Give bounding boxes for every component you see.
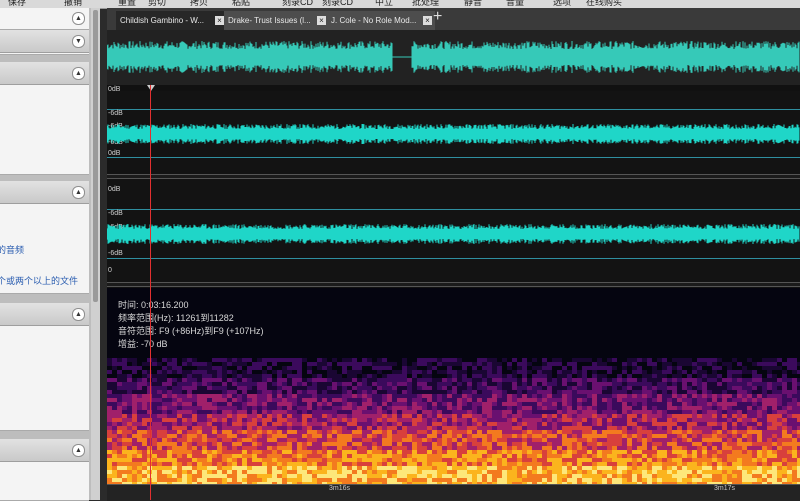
toolbar-burn-cd-2[interactable]: 刻录CD <box>322 0 353 8</box>
sidebar-panel-3: ▲ <box>0 62 89 175</box>
close-icon[interactable]: × <box>215 16 224 25</box>
sidebar-link-files[interactable]: 个或两个以上的文件 <box>0 274 78 287</box>
right-channel-waveform[interactable] <box>106 209 800 259</box>
collapse-panel-1-button[interactable]: ▲ <box>72 12 85 25</box>
panel-2-header[interactable]: ▼ <box>0 30 89 53</box>
tab-childish-gambino[interactable]: Childish Gambino - W... × <box>116 11 227 30</box>
file-tabs: Childish Gambino - W... × Drake- Trust I… <box>107 8 800 30</box>
chevron-down-icon[interactable]: ▼ <box>72 35 85 48</box>
panel-4-header[interactable]: ▲ <box>0 181 89 204</box>
panel-6-header[interactable]: ▲ <box>0 439 89 462</box>
channel-1-wave <box>106 124 800 144</box>
toolbar-save[interactable]: 保存 <box>8 0 26 8</box>
spectrogram-divider[interactable] <box>107 282 800 287</box>
sidebar-panel-2: ▼ <box>0 30 89 55</box>
db-label: 0dB <box>108 186 121 193</box>
info-time: 时间: 0:03:16.200 <box>118 300 189 310</box>
chevron-up-icon[interactable]: ▲ <box>72 444 85 457</box>
sidebar-link-audio[interactable]: 的音频 <box>0 243 24 256</box>
tab-j-cole[interactable]: J. Cole - No Role Mod... × <box>327 11 435 30</box>
sidebar-panel-6: ▲ <box>0 439 89 501</box>
panel-3-header[interactable]: ▲ <box>0 62 89 85</box>
tab-label: Childish Gambino - W... <box>120 16 205 25</box>
sidebar-scroll-thumb[interactable] <box>93 10 98 302</box>
toolbar-cut[interactable]: 剪切 <box>148 0 166 8</box>
info-pitch: 音符范围: F9 (+86Hz)到F9 (+107Hz) <box>118 326 264 336</box>
channel-divider[interactable] <box>107 174 800 179</box>
sidebar-panel-5: ▲ <box>0 303 89 431</box>
toolbar-batch[interactable]: 批处理 <box>412 0 439 8</box>
time-ruler[interactable] <box>107 85 800 91</box>
playback-cursor[interactable] <box>150 85 151 500</box>
toolbar-neutral[interactable]: 中立 <box>375 0 393 8</box>
left-channel-waveform[interactable] <box>106 109 800 159</box>
tab-drake[interactable]: Drake- Trust Issues (l... × <box>224 11 329 30</box>
chevron-up-icon[interactable]: ▲ <box>72 67 85 80</box>
waveform-overview[interactable] <box>106 30 800 85</box>
playhead-marker-icon[interactable] <box>147 85 155 91</box>
db-label: 0 <box>108 267 112 274</box>
tab-label: J. Cole - No Role Mod... <box>331 16 417 25</box>
timeline[interactable]: 3m16s 3m17s <box>107 484 800 501</box>
toolbar-mute[interactable]: 静音 <box>464 0 482 8</box>
close-icon[interactable]: × <box>317 16 326 25</box>
panel-5-header[interactable]: ▲ <box>0 303 89 326</box>
toolbar-options[interactable]: 选项 <box>553 0 571 8</box>
tab-label: Drake- Trust Issues (l... <box>228 16 311 25</box>
toolbar-burn-cd[interactable]: 刻录CD <box>282 0 313 8</box>
toolbar-buy-online[interactable]: 在线购买 <box>586 0 622 8</box>
sidebar-panel-1: ▲ <box>0 8 89 30</box>
info-gain: 增益: -70 dB <box>118 339 168 349</box>
chevron-up-icon[interactable]: ▲ <box>72 308 85 321</box>
timeline-label: 3m17s <box>714 485 736 492</box>
toolbar-undo[interactable]: 撤销 <box>64 0 82 8</box>
channel-2-wave <box>106 224 800 244</box>
chevron-up-icon[interactable]: ▲ <box>72 186 85 199</box>
info-frequency: 频率范围(Hz): 11261到11282 <box>118 313 234 323</box>
toolbar-reset[interactable]: 重置 <box>118 0 136 8</box>
close-icon[interactable]: × <box>423 16 432 25</box>
overview-waveform <box>106 41 800 73</box>
toolbar-copy[interactable]: 拷贝 <box>190 0 208 8</box>
db-label: 0dB <box>108 86 121 93</box>
timeline-label: 3m16s <box>329 485 351 492</box>
add-tab-button[interactable]: + <box>433 9 442 25</box>
toolbar-volume[interactable]: 音量 <box>506 0 524 8</box>
sidebar-panel-4: ▲ 的音频 个或两个以上的文件 <box>0 181 89 294</box>
toolbar-paste[interactable]: 粘贴 <box>232 0 250 8</box>
